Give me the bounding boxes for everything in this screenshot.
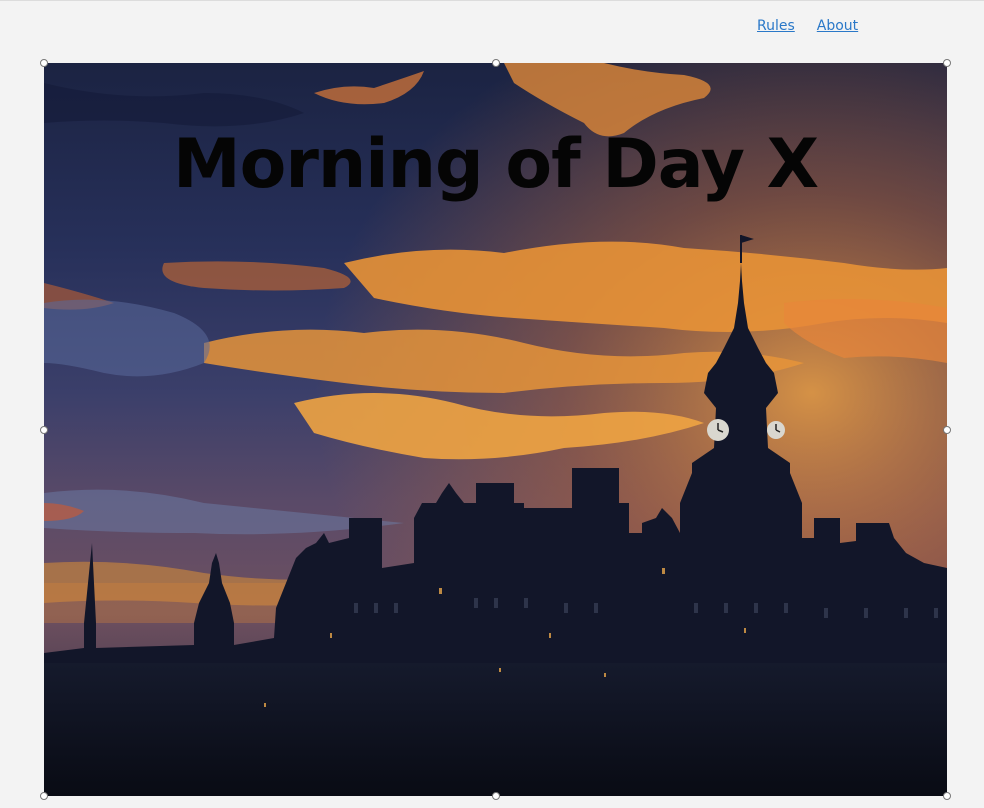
about-link[interactable]: About xyxy=(817,18,858,34)
top-border xyxy=(0,0,984,1)
resize-handle-bottom-left[interactable] xyxy=(40,792,48,800)
resize-handle-left[interactable] xyxy=(40,426,48,434)
top-nav: Rules About xyxy=(757,18,858,34)
resize-handle-top[interactable] xyxy=(492,59,500,67)
selected-image-frame[interactable]: Morning of Day X xyxy=(44,63,947,796)
resize-handle-bottom-right[interactable] xyxy=(943,792,951,800)
rules-link[interactable]: Rules xyxy=(757,18,795,34)
resize-handle-right[interactable] xyxy=(943,426,951,434)
scene-title: Morning of Day X xyxy=(172,125,819,204)
resize-handle-top-right[interactable] xyxy=(943,59,951,67)
resize-handle-top-left[interactable] xyxy=(40,59,48,67)
resize-handle-bottom[interactable] xyxy=(492,792,500,800)
